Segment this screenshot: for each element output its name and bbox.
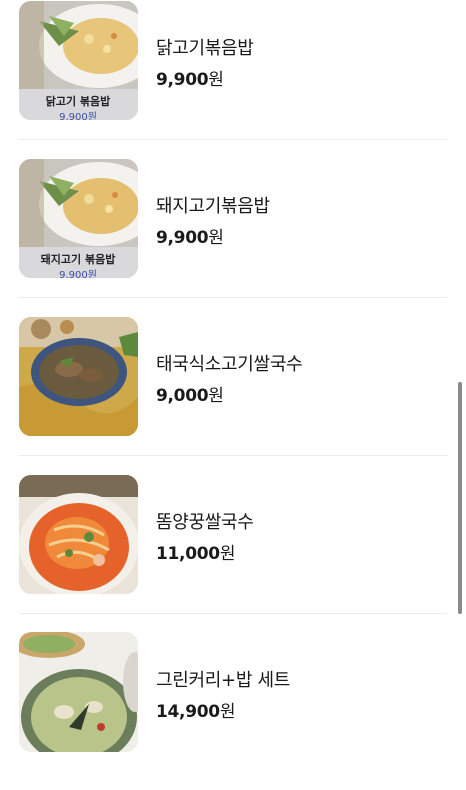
image-price: 9,900원 — [59, 269, 97, 278]
menu-item-image — [19, 632, 138, 752]
menu-item-name: 똠양꿍쌀국수 — [156, 512, 254, 533]
image-caption: 닭고기 볶음밥 — [46, 94, 111, 108]
menu-item-thai-beef-noodle[interactable]: 태국식소고기쌀국수 9,000원 — [0, 316, 466, 474]
menu-item-image: 돼지고기 볶음밥 9,900원 — [19, 159, 138, 278]
image-caption: 돼지고기 볶음밥 — [41, 252, 116, 266]
menu-item-image — [19, 317, 138, 436]
menu-item-chicken-fried-rice[interactable]: 닭고기 볶음밥 9,900원 닭고기볶음밥 9,900원 — [0, 0, 466, 158]
menu-item-price: 14,900원 — [156, 702, 236, 722]
menu-item-green-curry-set[interactable]: 그린커리+밥 세트 14,900원 — [0, 632, 466, 790]
menu-item-price: 11,000원 — [156, 544, 236, 564]
menu-item-tom-yum-noodle[interactable]: 똠양꿍쌀국수 11,000원 — [0, 474, 466, 632]
menu-item-name: 그린커리+밥 세트 — [156, 670, 291, 691]
divider — [19, 297, 447, 298]
image-price: 9,900원 — [59, 111, 97, 120]
menu-item-image: 닭고기 볶음밥 9,900원 — [19, 1, 138, 120]
menu-item-name: 태국식소고기쌀국수 — [156, 354, 303, 375]
divider — [19, 613, 447, 614]
divider — [19, 455, 447, 456]
divider — [19, 139, 447, 140]
menu-item-price: 9,900원 — [156, 70, 224, 90]
menu-item-price: 9,000원 — [156, 386, 224, 406]
menu-item-name: 닭고기볶음밥 — [156, 38, 254, 59]
menu-item-pork-fried-rice[interactable]: 돼지고기 볶음밥 9,900원 돼지고기볶음밥 9,900원 — [0, 158, 466, 316]
menu-item-image — [19, 475, 138, 594]
menu-item-name: 돼지고기볶음밥 — [156, 196, 270, 217]
scrollbar[interactable] — [458, 382, 462, 614]
menu-item-price: 9,900원 — [156, 228, 224, 248]
